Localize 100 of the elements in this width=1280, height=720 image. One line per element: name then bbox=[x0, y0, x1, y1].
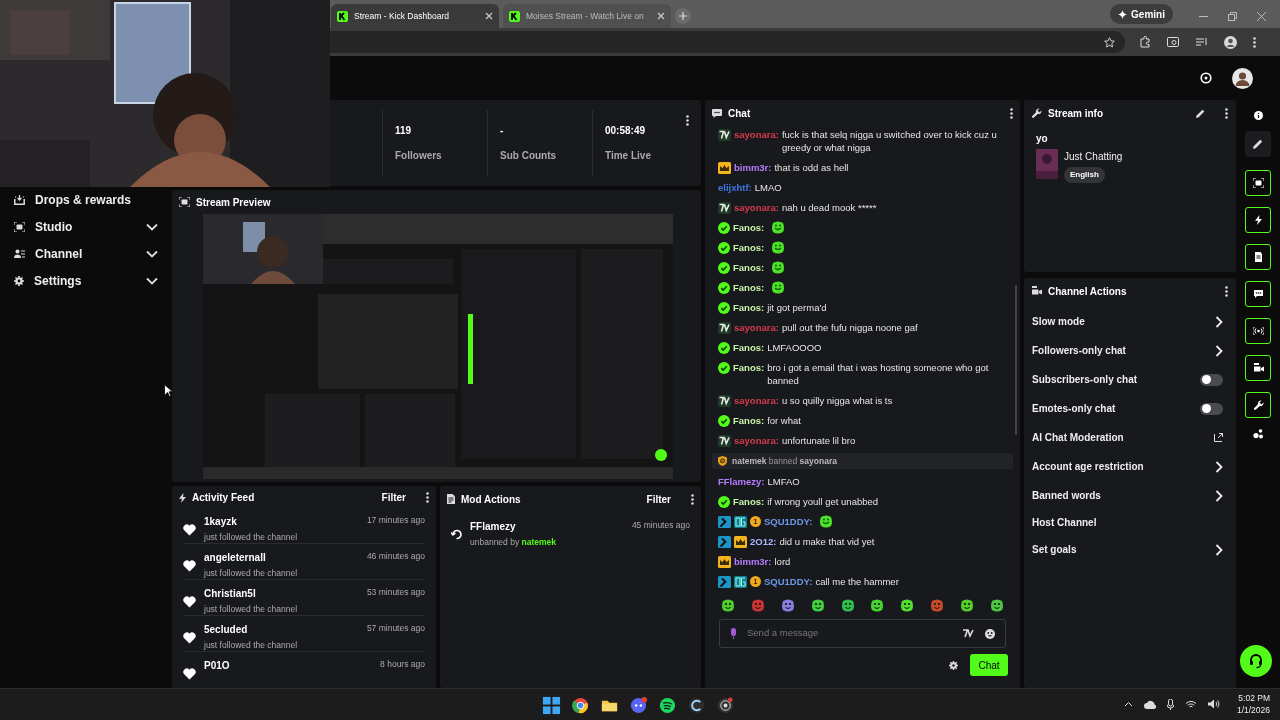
media-icon[interactable] bbox=[1196, 36, 1208, 48]
more-icon[interactable] bbox=[1225, 285, 1228, 297]
chevron-right-icon[interactable] bbox=[1215, 460, 1223, 473]
emote-icon[interactable] bbox=[870, 599, 885, 612]
channel-action-row[interactable]: Set goals bbox=[1032, 535, 1223, 564]
chat-username[interactable]: Fanos: bbox=[733, 281, 765, 294]
emote-icon[interactable] bbox=[780, 599, 795, 612]
emote-icon[interactable] bbox=[810, 599, 825, 612]
browser-tab[interactable]: Stream - Kick Dashboard bbox=[331, 4, 499, 28]
speaker-icon[interactable] bbox=[1207, 699, 1220, 709]
chevron-down-icon[interactable] bbox=[146, 222, 158, 231]
sidebar-item[interactable]: Settings bbox=[14, 267, 158, 294]
pencil-icon[interactable] bbox=[1253, 139, 1263, 149]
more-icon[interactable] bbox=[691, 493, 694, 505]
stream-info-button[interactable] bbox=[1245, 392, 1271, 418]
music-app-icon[interactable] bbox=[658, 696, 677, 715]
support-button[interactable] bbox=[1240, 645, 1272, 677]
profile-avatar-icon[interactable] bbox=[1224, 35, 1237, 49]
seventv-icon[interactable] bbox=[963, 629, 975, 638]
clock-time[interactable]: 5:02 PM bbox=[1238, 692, 1270, 704]
close-icon[interactable] bbox=[657, 12, 665, 20]
chat-username[interactable]: bimm3r: bbox=[734, 161, 772, 174]
settings-icon[interactable] bbox=[949, 660, 958, 670]
chevron-up-icon[interactable] bbox=[1123, 701, 1133, 707]
chat-username[interactable]: Fanos: bbox=[733, 361, 765, 374]
chevron-down-icon[interactable] bbox=[146, 276, 158, 285]
chat-username[interactable]: Fanos: bbox=[733, 341, 765, 354]
emoji-icon[interactable] bbox=[985, 628, 995, 639]
chevron-right-icon[interactable] bbox=[1215, 344, 1223, 357]
new-tab-icon[interactable] bbox=[675, 8, 691, 24]
chat-username[interactable]: Fanos: bbox=[733, 261, 765, 274]
channel-action-row[interactable]: Host Channel bbox=[1032, 510, 1223, 535]
edit-button[interactable] bbox=[1245, 131, 1271, 157]
sidebar-item[interactable]: Channel bbox=[14, 240, 158, 267]
chat-username[interactable]: sayonara: bbox=[734, 201, 779, 214]
chat-username[interactable]: Fanos: bbox=[733, 414, 765, 427]
chat-username[interactable]: bimm3r: bbox=[734, 555, 772, 568]
channel-action-row[interactable]: Account age restriction bbox=[1032, 452, 1223, 481]
gemini-button[interactable]: Gemini bbox=[1110, 4, 1173, 24]
emote-icon[interactable] bbox=[721, 599, 735, 612]
close-icon[interactable] bbox=[485, 12, 493, 20]
scrollbar[interactable] bbox=[1015, 285, 1017, 435]
chat-username[interactable]: 2O12: bbox=[750, 535, 777, 548]
chat-composer[interactable]: Send a message bbox=[719, 619, 1006, 648]
chat-app-icon[interactable] bbox=[629, 696, 648, 715]
more-icon[interactable] bbox=[426, 492, 429, 503]
chat-username[interactable]: sayonara: bbox=[734, 128, 779, 141]
info-icon[interactable] bbox=[1253, 111, 1263, 120]
category-name[interactable]: Just Chatting bbox=[1064, 149, 1123, 164]
star-icon[interactable] bbox=[1104, 36, 1115, 48]
screen-icon[interactable] bbox=[1252, 178, 1264, 188]
circles-icon[interactable] bbox=[1252, 429, 1264, 439]
user-avatar-icon[interactable] bbox=[1232, 67, 1253, 89]
headset-icon[interactable] bbox=[1248, 653, 1264, 669]
chat-button[interactable] bbox=[1245, 281, 1271, 307]
chat-username[interactable]: elijxhtf: bbox=[718, 181, 752, 194]
browser-icon[interactable] bbox=[571, 696, 590, 715]
channel-action-row[interactable]: Emotes-only chat bbox=[1032, 394, 1223, 423]
channel-action-row[interactable]: Subscribers-only chat bbox=[1032, 365, 1223, 394]
chat-username[interactable]: sayonara: bbox=[734, 321, 779, 334]
emote-icon[interactable] bbox=[989, 599, 1004, 612]
sidebar-item[interactable]: Studio bbox=[14, 213, 158, 240]
toggle-switch[interactable] bbox=[1200, 373, 1223, 386]
clock-date[interactable]: 1/1/2026 bbox=[1236, 704, 1270, 716]
emote-icon[interactable] bbox=[840, 599, 855, 612]
emote-icon[interactable] bbox=[960, 599, 974, 612]
chevron-right-icon[interactable] bbox=[1215, 489, 1223, 502]
more-icon[interactable] bbox=[1225, 107, 1228, 119]
cloud-icon[interactable] bbox=[1143, 699, 1156, 709]
channel-action-row[interactable]: Followers-only chat bbox=[1032, 336, 1223, 365]
filter-button[interactable]: Filter bbox=[381, 490, 406, 505]
extensions-icon[interactable] bbox=[1139, 36, 1151, 48]
emote-icon[interactable] bbox=[900, 599, 915, 612]
channel-action-row[interactable]: Banned words bbox=[1032, 481, 1223, 510]
windows-start-icon[interactable] bbox=[542, 696, 561, 715]
more-icon[interactable] bbox=[1010, 107, 1013, 119]
chat-username[interactable]: SQU1DDY: bbox=[764, 575, 813, 588]
chat-username[interactable]: FFlamezy: bbox=[718, 475, 765, 488]
activity-button[interactable] bbox=[1245, 207, 1271, 233]
sidebar-item[interactable]: Drops & rewards bbox=[14, 186, 158, 213]
broadcast-button[interactable] bbox=[1245, 318, 1271, 344]
message-input[interactable]: Send a message bbox=[747, 626, 953, 641]
chat-username[interactable]: sayonara: bbox=[734, 394, 779, 407]
notification-icon[interactable] bbox=[1200, 72, 1212, 84]
restore-icon[interactable] bbox=[1228, 11, 1237, 21]
broadcast-icon[interactable] bbox=[1252, 326, 1264, 336]
send-chat-button[interactable]: Chat bbox=[970, 654, 1008, 676]
chevron-right-icon[interactable] bbox=[1215, 315, 1223, 328]
microphone-icon[interactable] bbox=[1166, 698, 1174, 710]
mod-actions-button[interactable] bbox=[1245, 244, 1271, 270]
chat-username[interactable]: Fanos: bbox=[733, 221, 765, 234]
chat-username[interactable]: Fanos: bbox=[733, 241, 765, 254]
recorder-app-icon[interactable] bbox=[716, 696, 735, 715]
chat-username[interactable]: Fanos: bbox=[733, 301, 765, 314]
wifi-icon[interactable] bbox=[1184, 699, 1197, 709]
chevron-down-icon[interactable] bbox=[146, 249, 158, 258]
wrench-icon[interactable] bbox=[1252, 400, 1264, 410]
document-icon[interactable] bbox=[1252, 252, 1264, 262]
chevron-right-icon[interactable] bbox=[1215, 543, 1223, 556]
channel-action-row[interactable]: Slow mode bbox=[1032, 307, 1223, 336]
